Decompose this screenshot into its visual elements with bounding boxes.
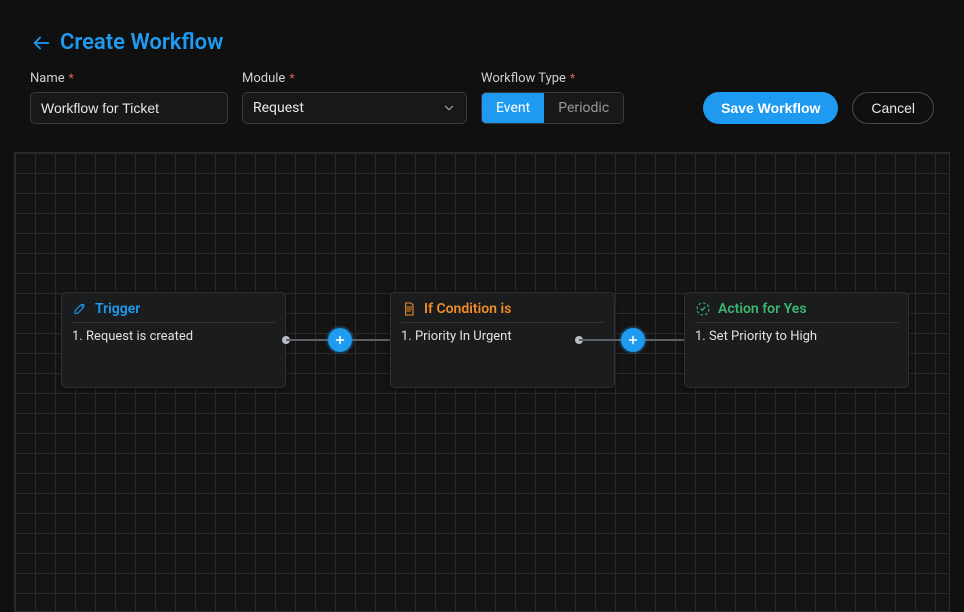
type-label-text: Workflow Type	[481, 71, 566, 86]
save-button[interactable]: Save Workflow	[703, 92, 838, 124]
title-row: Create Workflow	[30, 30, 934, 55]
condition-node-item: 1. Priority In Urgent	[401, 329, 604, 344]
name-field-group: Name *	[30, 71, 228, 124]
page-title: Create Workflow	[60, 30, 223, 55]
required-asterisk: *	[289, 71, 294, 86]
type-label: Workflow Type *	[481, 71, 624, 86]
name-label: Name *	[30, 71, 228, 86]
module-select-value: Request	[253, 100, 304, 116]
required-asterisk: *	[570, 71, 575, 86]
chevron-down-icon	[442, 101, 456, 115]
module-field-group: Module * Request	[242, 71, 467, 124]
edit-check-icon	[695, 301, 711, 317]
toggle-event[interactable]: Event	[482, 93, 544, 123]
type-field-group: Workflow Type * Event Periodic	[481, 71, 624, 124]
rocket-icon	[72, 301, 88, 317]
plus-icon	[334, 334, 346, 346]
trigger-node-header: Trigger	[72, 301, 275, 323]
module-label: Module *	[242, 71, 467, 86]
name-label-text: Name	[30, 71, 65, 86]
plus-icon	[627, 334, 639, 346]
workflow-type-toggle: Event Periodic	[481, 92, 624, 124]
action-node-title: Action for Yes	[718, 301, 807, 317]
form-row: Name * Module * Request Workflow Type *	[30, 71, 934, 124]
action-node-item: 1. Set Priority to High	[695, 329, 898, 344]
toggle-periodic[interactable]: Periodic	[544, 93, 623, 123]
name-input[interactable]	[30, 92, 228, 124]
module-select[interactable]: Request	[242, 92, 467, 124]
trigger-node-title: Trigger	[95, 301, 140, 317]
back-arrow-icon[interactable]	[30, 32, 52, 54]
module-label-text: Module	[242, 71, 285, 86]
action-node-header: Action for Yes	[695, 301, 898, 323]
document-icon	[401, 301, 417, 317]
condition-node-header: If Condition is	[401, 301, 604, 323]
required-asterisk: *	[69, 71, 74, 86]
add-node-button[interactable]	[328, 328, 352, 352]
condition-node-title: If Condition is	[424, 301, 511, 317]
trigger-node-item: 1. Request is created	[72, 329, 275, 344]
cancel-button[interactable]: Cancel	[852, 92, 934, 124]
add-node-button[interactable]	[621, 328, 645, 352]
trigger-node[interactable]: Trigger 1. Request is created	[61, 292, 286, 388]
workflow-canvas[interactable]: Trigger 1. Request is created If Conditi…	[14, 152, 950, 612]
action-node[interactable]: Action for Yes 1. Set Priority to High	[684, 292, 909, 388]
